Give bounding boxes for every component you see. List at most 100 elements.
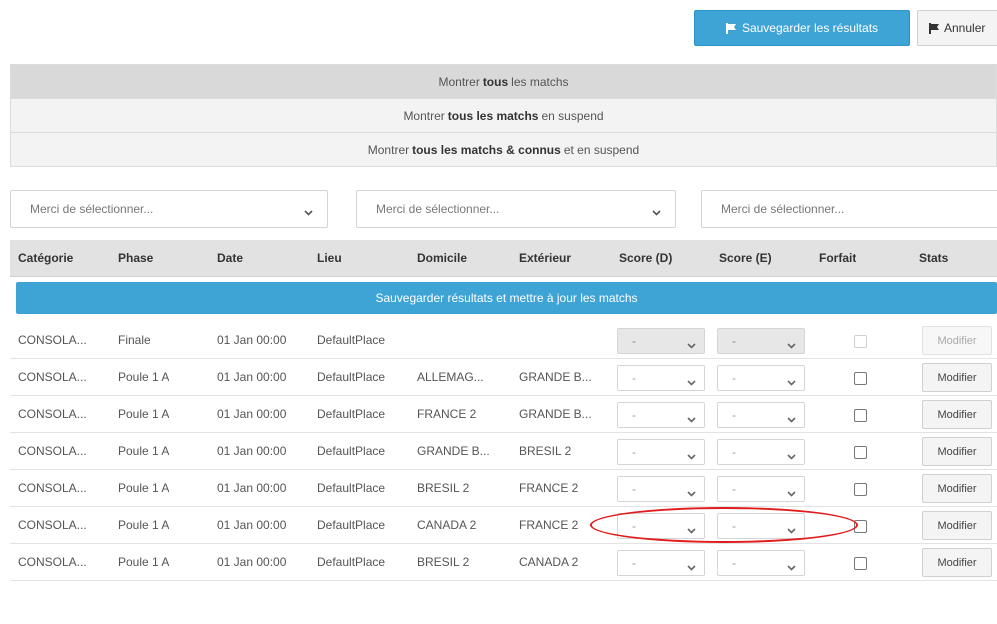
cell-exterieur: GRANDE B... <box>519 407 592 421</box>
cell-categorie: CONSOLA... <box>18 444 87 458</box>
chevron-down-icon <box>652 205 661 219</box>
modify-button[interactable]: Modifier <box>922 437 992 466</box>
score-d-select[interactable]: - <box>617 550 705 576</box>
forfait-checkbox[interactable] <box>854 409 867 422</box>
select-placeholder: Merci de sélectionner... <box>376 202 500 216</box>
score-e-select[interactable]: - <box>717 439 805 465</box>
forfait-checkbox[interactable] <box>854 335 867 348</box>
forfait-checkbox[interactable] <box>854 520 867 533</box>
select-filter-1[interactable]: Merci de sélectionner... <box>10 190 328 228</box>
table-row: CONSOLA... Poule 1 A 01 Jan 00:00 DefaultPl… <box>10 507 997 544</box>
score-placeholder: - <box>632 408 636 422</box>
cell-date: 01 Jan 00:00 <box>217 518 287 532</box>
score-placeholder: - <box>632 482 636 496</box>
modify-button[interactable]: Modifier <box>922 400 992 429</box>
cell-categorie: CONSOLA... <box>18 407 87 421</box>
filter-prefix: Montrer <box>403 108 445 123</box>
score-d-select[interactable]: - <box>617 513 705 539</box>
forfait-checkbox[interactable] <box>854 372 867 385</box>
table-row: CONSOLA... Poule 1 A 01 Jan 00:00 DefaultPl… <box>10 544 997 581</box>
cell-phase: Poule 1 A <box>118 518 170 532</box>
score-d-select[interactable]: - <box>617 439 705 465</box>
forfait-checkbox[interactable] <box>854 483 867 496</box>
table-body: CONSOLA... Finale 01 Jan 00:00 DefaultPlace… <box>10 322 997 581</box>
select-placeholder: Merci de sélectionner... <box>721 202 845 216</box>
select-filter-2[interactable]: Merci de sélectionner... <box>356 190 676 228</box>
score-e-select[interactable]: - <box>717 513 805 539</box>
cell-lieu: DefaultPlace <box>317 444 386 458</box>
score-d-select[interactable]: - <box>617 328 705 354</box>
cell-lieu: DefaultPlace <box>317 555 386 569</box>
cell-phase: Poule 1 A <box>118 407 170 421</box>
table-row: CONSOLA... Poule 1 A 01 Jan 00:00 DefaultPl… <box>10 433 997 470</box>
header-phase: Phase <box>118 251 154 265</box>
score-d-select[interactable]: - <box>617 365 705 391</box>
score-placeholder: - <box>732 482 736 496</box>
modify-button[interactable]: Modifier <box>922 363 992 392</box>
cell-date: 01 Jan 00:00 <box>217 333 287 347</box>
save-results-button[interactable]: Sauvegarder les résultats <box>694 10 910 46</box>
select-filter-3[interactable]: Merci de sélectionner... <box>701 190 997 228</box>
filter-show-pending[interactable]: Montrer tous les matchs en suspend <box>10 99 997 133</box>
flag-icon <box>725 22 737 34</box>
table-row: CONSOLA... Poule 1 A 01 Jan 00:00 DefaultPl… <box>10 396 997 433</box>
score-placeholder: - <box>732 371 736 385</box>
header-exterieur: Extérieur <box>519 251 572 265</box>
cell-lieu: DefaultPlace <box>317 370 386 384</box>
cell-domicile: BRESIL 2 <box>417 555 470 569</box>
modify-button[interactable]: Modifier <box>922 326 992 355</box>
cell-domicile: BRESIL 2 <box>417 481 470 495</box>
filter-bold: tous les matchs <box>447 108 539 123</box>
cell-lieu: DefaultPlace <box>317 407 386 421</box>
header-date: Date <box>217 251 244 265</box>
cell-date: 01 Jan 00:00 <box>217 555 287 569</box>
save-and-update-button[interactable]: Sauvegarder résultats et mettre à jour l… <box>16 282 997 314</box>
cell-exterieur: GRANDE B... <box>519 370 592 384</box>
score-e-select[interactable]: - <box>717 402 805 428</box>
table-row: CONSOLA... Poule 1 A 01 Jan 00:00 DefaultPl… <box>10 470 997 507</box>
header-forfait: Forfait <box>819 251 857 265</box>
cancel-button[interactable]: Annuler <box>917 10 997 46</box>
score-d-select[interactable]: - <box>617 476 705 502</box>
cell-categorie: CONSOLA... <box>18 333 87 347</box>
cell-exterieur: CANADA 2 <box>519 555 579 569</box>
table-row: CONSOLA... Poule 1 A 01 Jan 00:00 DefaultPl… <box>10 359 997 396</box>
score-e-select[interactable]: - <box>717 476 805 502</box>
cell-phase: Poule 1 A <box>118 481 170 495</box>
score-placeholder: - <box>732 334 736 348</box>
cell-categorie: CONSOLA... <box>18 370 87 384</box>
cell-domicile: GRANDE B... <box>417 444 490 458</box>
filter-show-known[interactable]: Montrer tous les matchs & connus et en s… <box>10 133 997 167</box>
score-placeholder: - <box>632 445 636 459</box>
chevron-down-icon <box>787 523 796 537</box>
cell-categorie: CONSOLA... <box>18 555 87 569</box>
modify-button[interactable]: Modifier <box>922 548 992 577</box>
cell-categorie: CONSOLA... <box>18 481 87 495</box>
select-placeholder: Merci de sélectionner... <box>30 202 154 216</box>
forfait-checkbox[interactable] <box>854 557 867 570</box>
filter-bold: tous les matchs & connus <box>412 142 561 157</box>
filter-show-all[interactable]: Montrer tous les matchs <box>10 64 997 99</box>
header-stats: Stats <box>919 251 949 265</box>
cell-lieu: DefaultPlace <box>317 333 386 347</box>
score-d-select[interactable]: - <box>617 402 705 428</box>
score-e-select[interactable]: - <box>717 550 805 576</box>
cell-date: 01 Jan 00:00 <box>217 481 287 495</box>
chevron-down-icon <box>687 486 696 500</box>
cell-date: 01 Jan 00:00 <box>217 444 287 458</box>
matches-table: Catégorie Phase Date Lieu Domicile Extér… <box>10 240 997 581</box>
forfait-checkbox[interactable] <box>854 446 867 459</box>
chevron-down-icon <box>787 486 796 500</box>
cell-exterieur: FRANCE 2 <box>519 518 579 532</box>
chevron-down-icon <box>687 412 696 426</box>
cancel-label: Annuler <box>944 21 986 35</box>
score-e-select[interactable]: - <box>717 328 805 354</box>
modify-button[interactable]: Modifier <box>922 474 992 503</box>
modify-button[interactable]: Modifier <box>922 511 992 540</box>
filter-prefix: Montrer <box>367 142 410 157</box>
chevron-down-icon <box>687 338 696 352</box>
chevron-down-icon <box>787 338 796 352</box>
cell-date: 01 Jan 00:00 <box>217 370 287 384</box>
filter-selects: Merci de sélectionner... Merci de sélect… <box>0 190 997 230</box>
score-e-select[interactable]: - <box>717 365 805 391</box>
